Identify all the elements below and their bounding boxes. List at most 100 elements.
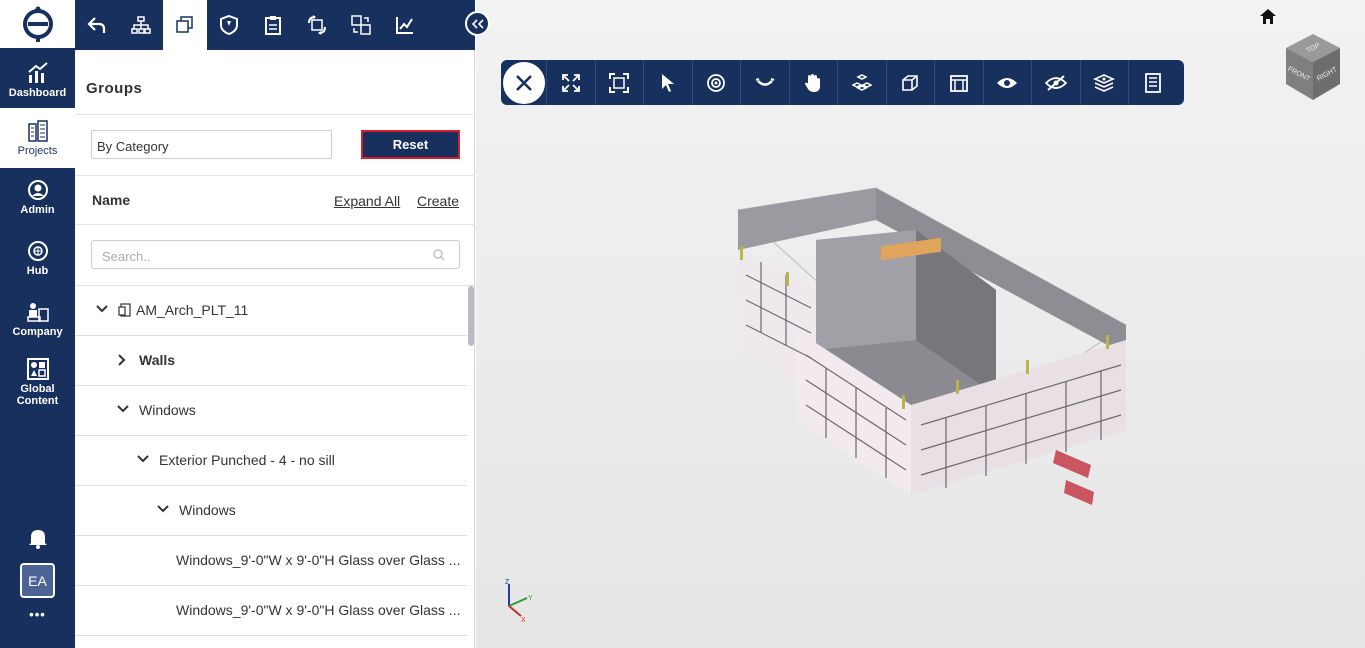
tree-label: Windows [139, 402, 196, 418]
tree-label: Windows_9'-0"W x 9'-0"H Glass over Glass… [176, 602, 461, 618]
chevron-right-icon[interactable] [117, 353, 127, 367]
app-logo[interactable] [0, 0, 75, 48]
chevron-down-icon[interactable] [95, 304, 109, 314]
tree-label: Walls [139, 352, 176, 368]
create-link[interactable]: Create [417, 193, 459, 209]
nav-hub[interactable]: Hub [0, 228, 75, 288]
look-button[interactable] [740, 60, 789, 105]
groups-panel: Groups By Category Reset Name Expand All… [75, 0, 475, 648]
layers-eye-icon [1093, 73, 1116, 92]
tree-row-window-instance[interactable]: Windows_9'-0"W x 9'-0"H Glass over Glass… [75, 536, 467, 586]
sync-button[interactable] [295, 0, 339, 50]
analytics-button[interactable] [383, 0, 427, 50]
tree-row-model[interactable]: AM_Arch_PLT_11 [75, 286, 467, 336]
building-3d-model[interactable] [726, 180, 1136, 530]
fit-view-button[interactable] [594, 60, 644, 105]
bell-icon [28, 530, 47, 549]
avatar[interactable]: EA [20, 563, 55, 598]
divider [75, 175, 475, 176]
copy-icon [176, 16, 193, 33]
compare-icon [351, 15, 371, 35]
tree-label: Windows [179, 502, 236, 518]
model-file-icon [118, 303, 131, 317]
company-icon [26, 302, 49, 322]
divider [75, 224, 475, 225]
user-circle-icon [27, 179, 48, 200]
search-icon [433, 249, 445, 261]
home-icon[interactable] [1259, 8, 1277, 25]
clipboard-icon [265, 16, 281, 35]
select-button[interactable] [643, 60, 692, 105]
tree-label: AM_Arch_PLT_11 [136, 302, 249, 318]
hierarchy-button[interactable] [119, 0, 163, 50]
fullscreen-button[interactable] [546, 60, 595, 105]
analytics-icon [396, 17, 413, 34]
sync-icon [308, 15, 326, 35]
groups-tab-button[interactable] [163, 0, 207, 50]
tree-row-window-instance[interactable]: Windows_9'-0"W x 9'-0"H Glass over Glass… [75, 586, 467, 636]
hierarchy-icon [131, 16, 151, 34]
cube-icon [902, 74, 919, 91]
nav-company[interactable]: Company [0, 289, 75, 349]
back-button[interactable] [75, 0, 119, 50]
tree-row-window-type[interactable]: Exterior Punched - 4 - no sill [75, 436, 467, 486]
model-viewer[interactable]: TOP FRONT RIGHT Z Y X [476, 0, 1365, 648]
nav-admin-label: Admin [20, 203, 55, 216]
chevron-down-icon[interactable] [116, 404, 130, 414]
orbit-icon [707, 73, 726, 92]
smile-arc-icon [755, 77, 775, 86]
nav-projects-label: Projects [17, 144, 58, 157]
nav-global-content[interactable]: Global Content [0, 350, 75, 414]
collapse-panel-button[interactable] [465, 11, 490, 36]
section-box-button[interactable] [885, 60, 935, 105]
double-chevron-left-icon [471, 18, 484, 29]
group-by-select[interactable]: By Category [91, 130, 332, 159]
close-viewer-button[interactable] [502, 60, 546, 105]
tree-row-windows-sub[interactable]: Windows [75, 486, 467, 536]
chevron-down-icon[interactable] [136, 454, 150, 464]
buildings-icon [27, 119, 48, 142]
nav-global-content-label: Global Content [16, 382, 59, 407]
cursor-icon [661, 73, 674, 92]
clipboard-button[interactable] [251, 0, 295, 50]
nav-admin[interactable]: Admin [0, 167, 75, 227]
more-menu-button[interactable]: ••• [0, 600, 75, 630]
panel-toolbar [75, 0, 475, 50]
tree-row-windows[interactable]: Windows [75, 386, 467, 436]
axis-x-label: X [521, 617, 526, 624]
fit-icon [609, 72, 630, 93]
chevron-down-icon[interactable] [156, 504, 170, 514]
plane-icon [949, 74, 968, 92]
pan-button[interactable] [788, 60, 838, 105]
hide-button[interactable] [1031, 60, 1080, 105]
shapes-icon [26, 357, 49, 380]
scrollbar[interactable] [468, 286, 474, 346]
properties-button[interactable] [1128, 60, 1177, 105]
compare-button[interactable] [339, 0, 383, 50]
tree-label: Windows_9'-0"W x 9'-0"H Glass over Glass… [176, 552, 461, 568]
tree-row-walls[interactable]: Walls [75, 336, 467, 386]
expand-all-link[interactable]: Expand All [334, 193, 400, 209]
notifications-button[interactable] [0, 512, 75, 567]
eye-slash-icon [1044, 74, 1067, 91]
section-plane-button[interactable] [934, 60, 983, 105]
name-column-header: Name [92, 192, 131, 208]
nav-company-label: Company [12, 325, 63, 338]
nav-dashboard[interactable]: Dashboard [0, 50, 75, 110]
shield-button[interactable] [207, 0, 251, 50]
eye-icon [997, 77, 1018, 88]
shield-icon [220, 15, 238, 35]
viewer-toolbar [501, 60, 1184, 105]
layers-visibility-button[interactable] [1079, 60, 1129, 105]
undo-arrow-icon [87, 17, 106, 33]
reset-button[interactable]: Reset [361, 130, 460, 159]
axis-y-label: Y [528, 595, 533, 602]
axis-z-label: Z [505, 579, 510, 586]
panel-title: Groups [86, 80, 143, 97]
nav-projects[interactable]: Projects [0, 108, 75, 168]
show-button[interactable] [982, 60, 1032, 105]
explode-button[interactable] [837, 60, 886, 105]
view-cube[interactable]: TOP FRONT RIGHT [1283, 30, 1343, 102]
search-input[interactable]: Search.. [91, 240, 460, 269]
orbit-button[interactable] [691, 60, 741, 105]
